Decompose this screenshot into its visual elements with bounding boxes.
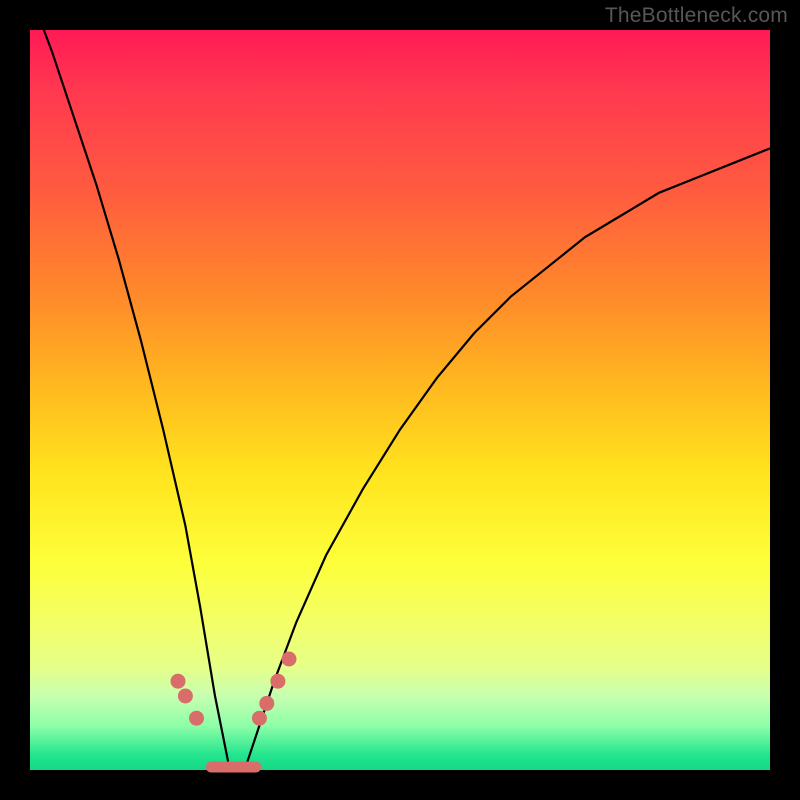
- curve-marker: [178, 689, 193, 704]
- curve-markers: [171, 652, 297, 726]
- bottleneck-curve: [30, 0, 770, 770]
- curve-marker: [270, 674, 285, 689]
- curve-marker: [189, 711, 204, 726]
- curve-marker: [171, 674, 186, 689]
- curve-marker: [259, 696, 274, 711]
- chart-frame: TheBottleneck.com: [0, 0, 800, 800]
- curve-marker: [282, 652, 297, 667]
- curve-marker: [252, 711, 267, 726]
- curve-svg: [30, 30, 770, 770]
- plot-area: [30, 30, 770, 770]
- watermark-text: TheBottleneck.com: [605, 4, 788, 28]
